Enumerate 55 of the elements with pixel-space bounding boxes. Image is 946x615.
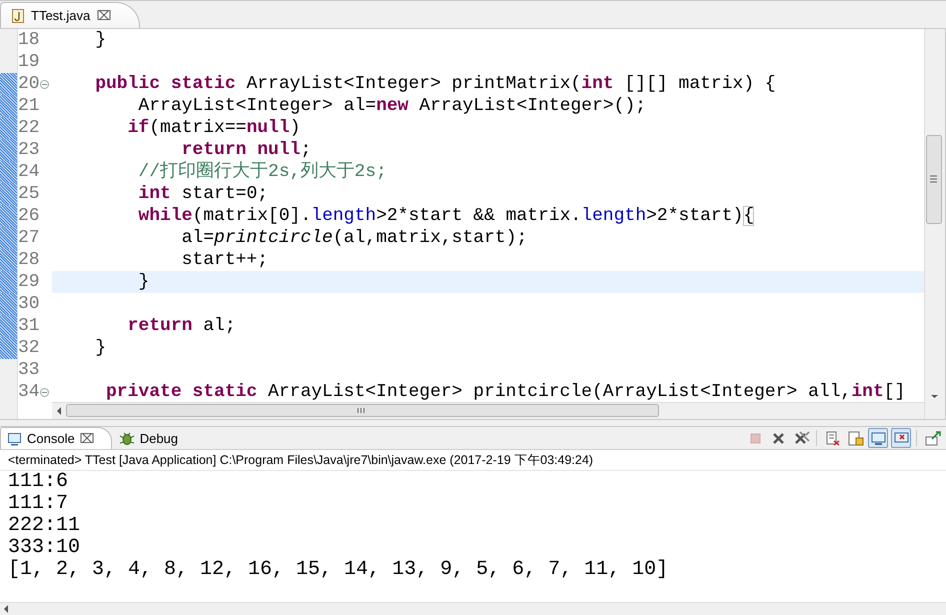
document-lock-icon [846, 430, 864, 446]
monitor-icon [7, 431, 22, 446]
line-number: 25 [18, 183, 40, 205]
editor-tab[interactable]: TTest.java ⌧ [0, 2, 140, 28]
line-number: 34 [18, 381, 40, 403]
line-number: 29 [18, 271, 40, 293]
collapse-icon[interactable] [40, 80, 49, 88]
line-number: 22 [18, 117, 40, 139]
console-output-line: 222:11 [8, 515, 82, 537]
line-number: 18 [18, 29, 40, 51]
line-number: 20 [18, 73, 40, 95]
console-output-line: 111:6 [8, 471, 70, 493]
code-line: public static ArrayList<Integer> printMatrix(int [][] matrix) { [94, 73, 777, 95]
line-number: 26 [18, 205, 40, 227]
code-line: return null; [180, 139, 312, 161]
code-line: } [94, 337, 108, 359]
line-number: 28 [18, 249, 40, 271]
line-number: 32 [18, 337, 40, 359]
line-number: 27 [18, 227, 40, 249]
line-number: 30 [18, 293, 40, 315]
scrollbar-thumb[interactable] [66, 403, 660, 419]
line-number: 19 [18, 51, 40, 73]
line-number: 21 [18, 95, 40, 117]
panel-tab[interactable]: Debug [112, 427, 196, 449]
code-line: start++; [180, 249, 270, 271]
code-line: private static ArrayList<Integer> printcircle(ArrayList<Integer> all,int[] [105, 381, 906, 402]
line-number: 33 [18, 359, 40, 381]
line-number: 24 [18, 161, 40, 183]
line-number: 23 [18, 139, 40, 161]
bug-icon [118, 431, 135, 446]
code-line: int start=0; [137, 183, 270, 205]
console-output-line: [1, 2, 3, 4, 8, 12, 16, 15, 14, 13, 9, 5, 6, 7, 11, 10] [8, 559, 670, 581]
panel-tab[interactable]: Console ⌧ [0, 427, 112, 449]
collapse-icon[interactable] [40, 388, 49, 396]
code-line: ArrayList<Integer> al=new ArrayList<Integer>(); [137, 95, 648, 117]
code-line: } [94, 29, 108, 51]
console-status: <terminated> TTest [Java Application] C:\Program Files\Java\jre7\bin\javaw.exe (2017-2-19 下午03:49:24) [8, 453, 594, 467]
line-number: 31 [18, 315, 40, 337]
scrollbar-thumb[interactable] [925, 135, 943, 225]
double-x-icon [792, 430, 810, 446]
code-line: while(matrix[0].length>2*start && matrix.length>2*start){ [137, 205, 756, 227]
toolbar-button[interactable] [891, 428, 911, 448]
close-icon[interactable]: ⌧ [96, 8, 112, 23]
console-output-line: 111:7 [8, 493, 70, 515]
code-line: if(matrix==null) [126, 117, 302, 139]
pin-icon [924, 430, 940, 446]
java-file-icon [11, 8, 25, 24]
close-icon[interactable]: ⌧ [80, 431, 95, 446]
toolbar-button[interactable] [868, 428, 888, 448]
monitor-icon [870, 430, 886, 446]
code-line: //打印圈行大于2s,列大于2s; [137, 161, 388, 183]
code-line: al=printcircle(al,matrix,start); [180, 227, 528, 249]
document-icon [824, 430, 840, 446]
code-line: return al; [126, 315, 237, 337]
console-output-line: 333:10 [8, 537, 82, 559]
